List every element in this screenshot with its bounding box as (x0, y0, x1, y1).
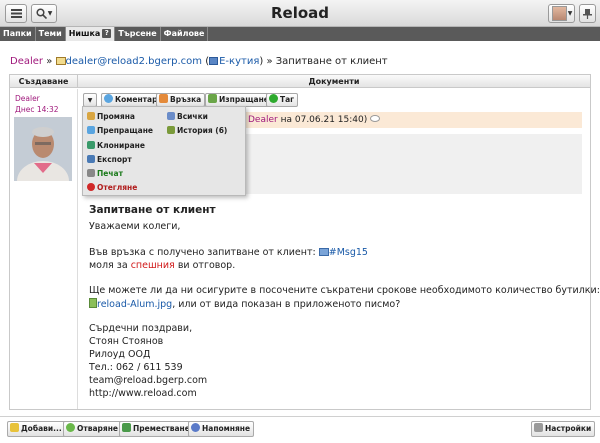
mail-line-3: Ще можете ли да ни осигурите в посоченит… (89, 285, 600, 296)
add-icon (10, 423, 19, 432)
mail-line-1: Във връзка с получено запитване от клиен… (89, 247, 368, 258)
app-title: Reload (270, 4, 330, 22)
link-icon (159, 94, 168, 103)
print-icon (87, 169, 95, 177)
menu-item-reject[interactable]: Отегляне (87, 183, 137, 192)
send-icon (208, 94, 217, 103)
add-button[interactable]: Добави... (7, 421, 66, 437)
sender-date: Днес 14:32 (15, 105, 59, 114)
speech-bubble-icon (370, 115, 381, 122)
forward-icon (87, 126, 95, 134)
image-file-icon (89, 298, 97, 308)
breadcrumb-current: Запитване от клиент (275, 56, 388, 67)
history-icon (167, 126, 175, 134)
menu-item-clone[interactable]: Клониране (87, 141, 145, 150)
menu-item-history[interactable]: История (6) (167, 126, 227, 135)
menu-item-print[interactable]: Печат (87, 169, 123, 178)
clone-icon (87, 141, 95, 149)
mail-line-4: reload-Alum.jpg, или от вида показан в п… (89, 298, 589, 310)
mail-subject: Запитване от клиент (89, 204, 216, 216)
top-bar: ▼ Reload ▼ (0, 0, 600, 27)
user-avatar-icon (551, 6, 567, 21)
pin-icon (583, 8, 592, 19)
signature-phone: Тел.: 062 / 611 539 (89, 362, 183, 373)
reject-icon (87, 183, 95, 191)
info-date: на 07.06.21 15:40) (280, 115, 368, 125)
signature-email-link[interactable]: team@reload.bgerp.com (89, 375, 589, 386)
main-tabs: Папки Теми Нишка? Търсене Файлове (0, 27, 600, 41)
tab-files[interactable]: Файлове (161, 27, 209, 41)
help-icon[interactable]: ? (102, 29, 112, 38)
urgent-text: спешния (130, 260, 175, 271)
inbox-icon (209, 57, 219, 65)
export-icon (87, 155, 95, 163)
tag-icon (269, 94, 278, 103)
msg-reference-link[interactable]: #Msg15 (329, 247, 368, 258)
menu-item-all[interactable]: Всички (167, 112, 208, 121)
breadcrumb-dealer[interactable]: Dealer (10, 56, 43, 67)
breadcrumb-separator: » (266, 56, 273, 67)
breadcrumb: Dealer » dealer@reload2.bgerp.com (Е-кут… (10, 56, 388, 67)
mail-greeting: Уважаеми колеги, (89, 221, 181, 232)
sender-avatar (14, 117, 72, 181)
pin-button[interactable] (579, 4, 596, 23)
breadcrumb-email[interactable]: dealer@reload2.bgerp.com (66, 56, 202, 67)
link-button[interactable]: Връзка (156, 93, 206, 107)
tab-folders[interactable]: Папки (0, 27, 36, 41)
info-author[interactable]: Dealer (248, 115, 278, 125)
actions-dropdown-menu: Промяна Всички Препращане История (6) Кл… (82, 106, 246, 196)
bottom-toolbar: Добави... Отваряне Преместване Напомняне… (0, 416, 600, 443)
breadcrumb-inbox[interactable]: Е-кутия (219, 56, 259, 67)
settings-icon (534, 423, 543, 432)
envelope-icon (55, 57, 66, 65)
edit-icon (87, 112, 95, 120)
move-icon (122, 423, 131, 432)
open-icon (66, 423, 75, 432)
tag-button[interactable]: Таг (266, 93, 299, 107)
signature-name: Стоян Стоянов (89, 336, 164, 347)
comment-button[interactable]: Коментар (101, 93, 162, 107)
sender-name[interactable]: Dealer (15, 94, 40, 103)
open-button[interactable]: Отваряне (63, 421, 122, 437)
tab-search[interactable]: Търсене (115, 27, 161, 41)
menu-item-forward[interactable]: Препращане (87, 126, 153, 135)
move-button[interactable]: Преместване (119, 421, 194, 437)
person-photo-icon (14, 117, 72, 181)
chevron-down-icon: ▼ (567, 10, 573, 17)
user-profile-button[interactable]: ▼ (548, 4, 575, 23)
more-actions-button[interactable]: ▼ (83, 93, 97, 107)
remind-button[interactable]: Напомняне (188, 421, 255, 437)
attachment-link[interactable]: reload-Alum.jpg (97, 299, 172, 310)
remind-icon (191, 423, 200, 432)
settings-button[interactable]: Настройки (531, 421, 596, 437)
message-icon (318, 248, 329, 256)
signature-company: Рилоуд ООД (89, 349, 151, 360)
menu-item-edit[interactable]: Промяна (87, 112, 135, 121)
comment-icon (104, 94, 113, 103)
mail-regards: Сърдечни поздрави, (89, 323, 193, 334)
column-header-documents: Документи (78, 75, 590, 88)
list-icon (167, 112, 175, 120)
breadcrumb-separator: » (46, 56, 53, 67)
mail-line-2: моля за спешния ви отговор. (89, 260, 236, 271)
tab-threads[interactable]: Теми (36, 27, 66, 41)
send-button[interactable]: Изпращане (205, 93, 273, 107)
tab-thread[interactable]: Нишка? (65, 27, 116, 41)
column-header-created: Създаване (10, 75, 78, 88)
signature-web-link[interactable]: http://www.reload.com (89, 388, 589, 399)
chevron-down-icon: ▼ (87, 97, 93, 104)
menu-item-export[interactable]: Експорт (87, 155, 132, 164)
